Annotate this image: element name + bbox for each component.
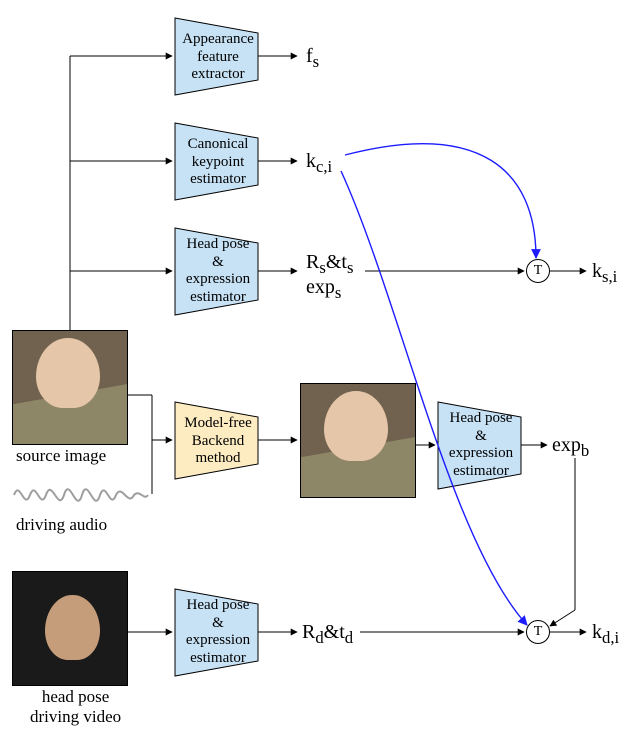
pose-expr-mid-label: Head pose&expressionestimator bbox=[443, 410, 519, 481]
var-fs: fs bbox=[306, 45, 319, 72]
appearance-extractor-label: Appearancefeatureextractor bbox=[180, 31, 256, 84]
source-image-caption: source image bbox=[16, 446, 106, 466]
var-Rd-td: Rd&td bbox=[302, 621, 353, 648]
var-exps: exps bbox=[306, 276, 341, 303]
head-pose-video-caption: head posedriving video bbox=[30, 687, 121, 727]
driving-audio-caption: driving audio bbox=[16, 515, 107, 535]
var-kdi: kd,i bbox=[592, 621, 619, 648]
pose-expr-bottom-label: Head pose&expressionestimator bbox=[180, 597, 256, 668]
transform-op-bottom-label: T bbox=[534, 624, 543, 640]
diagram-root: Appearancefeatureextractor Canonicalkeyp… bbox=[0, 0, 640, 737]
head-pose-video-frame bbox=[12, 571, 128, 686]
var-kci: kc,i bbox=[306, 150, 332, 177]
generated-frame bbox=[300, 383, 416, 498]
backend-label: Model-freeBackendmethod bbox=[180, 415, 256, 468]
pose-expr-top-label: Head pose&expressionestimator bbox=[180, 236, 256, 307]
transform-op-top-label: T bbox=[534, 263, 543, 279]
transform-op-bottom: T bbox=[526, 620, 550, 644]
var-ksi: ks,i bbox=[592, 260, 617, 287]
transform-op-top: T bbox=[526, 259, 550, 283]
driving-audio-waveform-icon bbox=[12, 477, 150, 513]
source-image bbox=[12, 330, 128, 445]
var-expb: expb bbox=[552, 434, 589, 461]
var-Rs-ts: Rs&ts bbox=[306, 251, 353, 278]
canonical-kp-label: Canonicalkeypointestimator bbox=[180, 136, 256, 189]
